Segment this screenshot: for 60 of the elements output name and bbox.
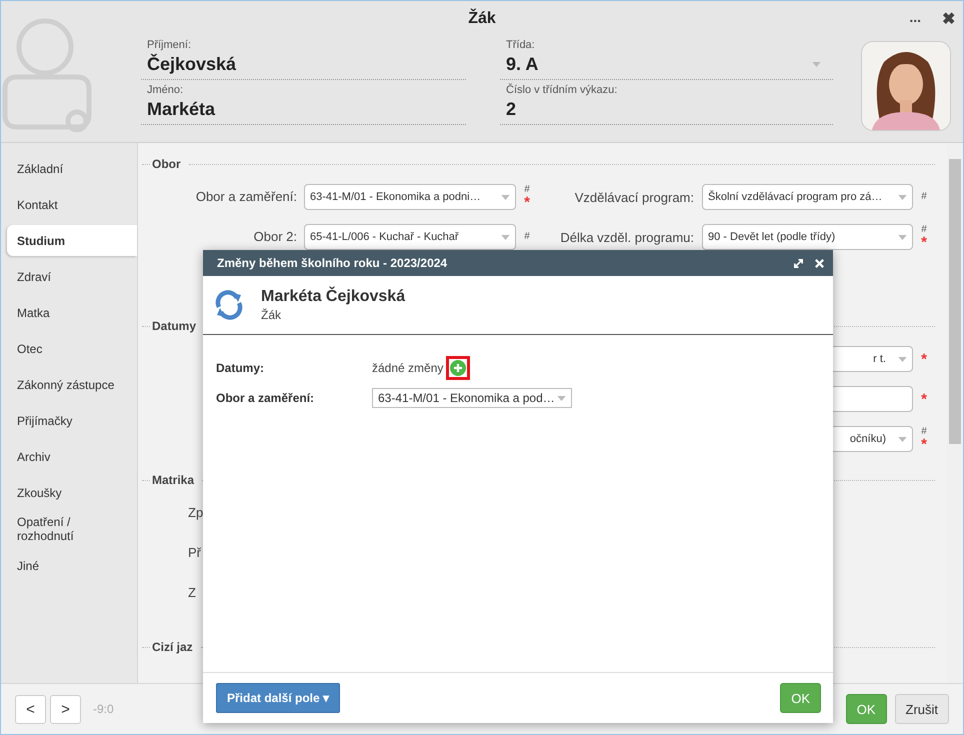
- field-value: Markéta: [147, 99, 216, 120]
- required-mark: *: [921, 392, 927, 406]
- class-select[interactable]: 9. A: [506, 54, 827, 75]
- field-label: Obor a zaměření:: [216, 391, 316, 405]
- select-field[interactable]: 90 - Devět let (podle třídy): [702, 224, 913, 250]
- section-title: Obor: [152, 157, 181, 171]
- field-label: Délka vzděl. programu:: [560, 230, 694, 244]
- sidebar-tab[interactable]: Opatření / rozhodnutí: [7, 513, 137, 545]
- window-title: Žák: [468, 10, 496, 28]
- field-label: Z: [188, 585, 196, 600]
- student-role: Žák: [261, 308, 282, 322]
- previous-button[interactable]: <: [15, 694, 46, 724]
- field-label: Třída:: [506, 39, 536, 51]
- field-label: Datumy:: [216, 361, 266, 375]
- field-label: Příjmení:: [147, 39, 192, 51]
- section-title: Datumy: [152, 319, 196, 333]
- required-mark: *: [921, 352, 927, 366]
- student-name: Markéta Čejkovská: [261, 288, 406, 306]
- add-field-button[interactable]: Přidat další pole ▾: [216, 683, 340, 713]
- field-label: Jméno:: [147, 84, 184, 96]
- next-button[interactable]: >: [50, 694, 81, 724]
- sidebar-tab[interactable]: Zákonný zástupce: [7, 369, 137, 400]
- dialog-title: Změny během školního roku - 2023/2024: [217, 256, 448, 270]
- sidebar-tab[interactable]: Archiv: [7, 441, 137, 472]
- sidebar-tab[interactable]: Jiné: [7, 550, 137, 581]
- hash-mark: #: [921, 426, 927, 436]
- close-button[interactable]: ✖: [942, 9, 955, 29]
- field-value: Čejkovská: [147, 54, 238, 75]
- section-title: Matrika: [152, 473, 194, 487]
- sidebar-tab[interactable]: Přijímačky: [7, 405, 137, 436]
- required-mark: *: [524, 194, 530, 210]
- field-label: Př: [188, 545, 201, 560]
- hash-mark: #: [921, 224, 927, 234]
- field-label: Zp: [188, 505, 204, 520]
- more-button[interactable]: ...: [909, 9, 921, 25]
- section-title: Cizí jaz: [152, 640, 193, 654]
- select-field[interactable]: 63-41-M/01 - Ekonomika a pod…: [372, 388, 572, 408]
- cancel-button[interactable]: Zrušit: [894, 694, 949, 724]
- sidebar-tab[interactable]: Zkoušky: [7, 477, 137, 508]
- field-label: Obor a zaměření:: [196, 189, 297, 204]
- sidebar-tab[interactable]: Kontakt: [7, 189, 137, 220]
- select-field[interactable]: 63-41-M/01 - Ekonomika a podni…: [304, 184, 516, 210]
- field-value: 2: [506, 99, 518, 120]
- select-field[interactable]: Školní vzdělávací program pro zá…: [702, 184, 913, 210]
- sidebar-tab[interactable]: Zdraví: [7, 261, 137, 292]
- hash-mark: #: [524, 184, 530, 194]
- hash-mark: #: [524, 232, 530, 242]
- select-field[interactable]: 65-41-L/006 - Kuchař - Kuchař: [304, 224, 516, 250]
- field-label: Číslo v třídním výkazu:: [506, 84, 618, 96]
- field-label: Vzdělávací program:: [574, 190, 694, 204]
- required-mark: *: [921, 234, 927, 250]
- sidebar-tab[interactable]: Základní: [7, 153, 137, 184]
- sidebar-tab[interactable]: Otec: [7, 333, 137, 364]
- hash-mark: #: [921, 192, 927, 202]
- field-value: žádné změny: [372, 361, 444, 375]
- sidebar-tab[interactable]: Studium: [7, 225, 137, 256]
- required-mark: *: [921, 436, 927, 452]
- sidebar-tab[interactable]: Matka: [7, 297, 137, 328]
- field-label: Obor 2:: [254, 229, 297, 244]
- record-position: -9:0: [93, 702, 114, 716]
